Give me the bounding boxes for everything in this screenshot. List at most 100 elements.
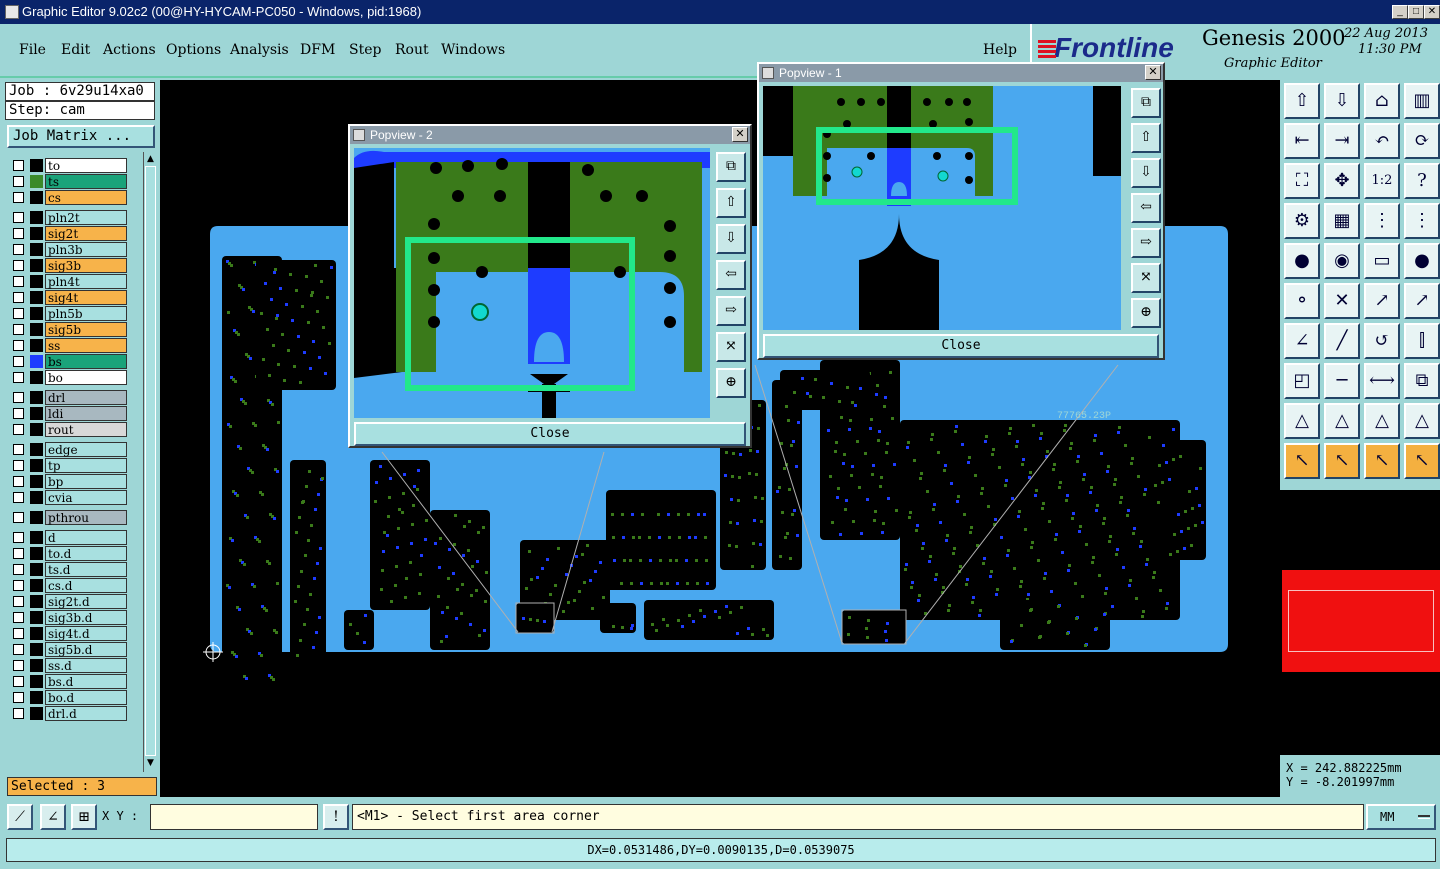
layer-color-swatch[interactable] [30, 275, 43, 288]
popview-1-close-button[interactable]: Close [763, 334, 1159, 358]
layer-color-swatch[interactable] [30, 339, 43, 352]
layer-checkbox[interactable] [13, 476, 24, 487]
layer-name[interactable]: ss [45, 338, 127, 353]
layer-name[interactable]: sig2t [45, 226, 127, 241]
layer-name[interactable]: to [45, 158, 127, 173]
drill-icon[interactable]: ⚙ [1284, 203, 1320, 239]
layer-color-swatch[interactable] [30, 511, 43, 524]
layer-color-swatch[interactable] [30, 475, 43, 488]
layer-color-swatch[interactable] [30, 211, 43, 224]
layer-row-ts-d[interactable]: ts.d [8, 562, 130, 577]
layer-name[interactable]: pthrou [45, 510, 127, 525]
layer-row-pln2t[interactable]: pln2t [8, 210, 130, 225]
layer-color-swatch[interactable] [30, 323, 43, 336]
layer-color-swatch[interactable] [30, 443, 43, 456]
menu-dfm[interactable]: DFM [300, 42, 335, 58]
layer-checkbox[interactable] [13, 548, 24, 559]
menu-step[interactable]: Step [349, 42, 381, 58]
layer-name[interactable]: sig3b.d [45, 610, 127, 625]
triangle-b-icon[interactable]: △ [1324, 403, 1360, 439]
scroll-down-arrow[interactable]: ▼ [145, 758, 156, 768]
triangle-icon[interactable]: △ [1284, 403, 1320, 439]
overview-minimap[interactable] [1280, 490, 1440, 755]
route-a-icon[interactable]: ⋮ [1364, 203, 1400, 239]
move-b-icon[interactable]: ↗ [1404, 283, 1440, 319]
layer-name[interactable]: bo.d [45, 690, 127, 705]
grid-icon[interactable]: ▦ [1324, 203, 1360, 239]
minimize-button[interactable]: _ [1392, 5, 1408, 19]
layer-row-bo[interactable]: bo [8, 370, 130, 385]
layer-checkbox[interactable] [13, 444, 24, 455]
pointer-c-icon[interactable]: ↖ [1364, 443, 1400, 479]
layer-name[interactable]: sig4t.d [45, 626, 127, 641]
pointer-b-icon[interactable]: ↖ [1324, 443, 1360, 479]
center-icon[interactable]: ⊕ [716, 368, 746, 398]
layer-row-edge[interactable]: edge [8, 442, 130, 457]
layer-checkbox[interactable] [13, 392, 24, 403]
layer-color-swatch[interactable] [30, 491, 43, 504]
layer-row-ldi[interactable]: ldi [8, 406, 130, 421]
layer-name[interactable]: sig2t.d [45, 594, 127, 609]
layer-row-sig4t[interactable]: sig4t [8, 290, 130, 305]
layer-row-sig3b-d[interactable]: sig3b.d [8, 610, 130, 625]
layer-name[interactable]: drl [45, 390, 127, 405]
layer-row-bp[interactable]: bp [8, 474, 130, 489]
dim-icon[interactable]: ⟷ [1364, 363, 1400, 399]
layer-row-drl[interactable]: drl [8, 390, 130, 405]
layer-color-swatch[interactable] [30, 291, 43, 304]
query-icon[interactable]: ? [1404, 163, 1440, 199]
pointer-d-icon[interactable]: ↖ [1404, 443, 1440, 479]
layer-color-swatch[interactable] [30, 563, 43, 576]
close-window-button[interactable]: ✕ [1424, 5, 1440, 19]
layer-row-ss[interactable]: ss [8, 338, 130, 353]
layer-name[interactable]: sig3b [45, 258, 127, 273]
layer-checkbox[interactable] [13, 580, 24, 591]
layer-name[interactable]: drl.d [45, 706, 127, 721]
zoom-window-icon[interactable]: ⧉ [1131, 88, 1161, 118]
pointer-icon[interactable]: ↖ [1284, 443, 1320, 479]
layer-name[interactable]: pln5b [45, 306, 127, 321]
triangle-d-icon[interactable]: △ [1404, 403, 1440, 439]
layer-name[interactable]: tp [45, 458, 127, 473]
layer-row-to[interactable]: to [8, 158, 130, 173]
layer-color-swatch[interactable] [30, 227, 43, 240]
copy-icon[interactable]: ⧉ [1404, 363, 1440, 399]
menu-actions[interactable]: Actions [103, 42, 156, 58]
layer-name[interactable]: ldi [45, 406, 127, 421]
layer-color-swatch[interactable] [30, 627, 43, 640]
layer-name[interactable]: d [45, 530, 127, 545]
layer-checkbox[interactable] [13, 192, 24, 203]
layer-color-swatch[interactable] [30, 243, 43, 256]
line-tool-icon[interactable]: ⟋ [7, 804, 33, 830]
menu-analysis[interactable]: Analysis [230, 42, 289, 58]
layer-name[interactable]: pln4t [45, 274, 127, 289]
layer-row-sig5b-d[interactable]: sig5b.d [8, 642, 130, 657]
xy-input[interactable] [150, 804, 318, 830]
layer-color-swatch[interactable] [30, 391, 43, 404]
add-pad-icon[interactable]: ◰ [1284, 363, 1320, 399]
layer-checkbox[interactable] [13, 628, 24, 639]
layer-name[interactable]: sig5b [45, 322, 127, 337]
layer-row-tp[interactable]: tp [8, 458, 130, 473]
line-icon[interactable]: ∠ [1284, 323, 1320, 359]
layer-name[interactable]: pln3b [45, 242, 127, 257]
scroll-up-arrow[interactable]: ▲ [145, 154, 156, 164]
layer-checkbox[interactable] [13, 424, 24, 435]
layer-row-bo-d[interactable]: bo.d [8, 690, 130, 705]
connect-icon[interactable]: ⚬ [1284, 283, 1320, 319]
layer-checkbox[interactable] [13, 408, 24, 419]
layer-row-bs-d[interactable]: bs.d [8, 674, 130, 689]
layer-row-ts[interactable]: ts [8, 174, 130, 189]
pad-icon[interactable]: ● [1284, 243, 1320, 279]
layer-checkbox[interactable] [13, 340, 24, 351]
menu-rout[interactable]: Rout [395, 42, 429, 58]
layer-checkbox[interactable] [13, 212, 24, 223]
layer-checkbox[interactable] [13, 276, 24, 287]
layer-color-swatch[interactable] [30, 691, 43, 704]
layer-checkbox[interactable] [13, 372, 24, 383]
layer-checkbox[interactable] [13, 308, 24, 319]
layer-row-sig4t-d[interactable]: sig4t.d [8, 626, 130, 641]
scroll-thumb[interactable] [145, 166, 156, 756]
snap-icon[interactable]: ⫿ [1404, 323, 1440, 359]
layer-checkbox[interactable] [13, 260, 24, 271]
